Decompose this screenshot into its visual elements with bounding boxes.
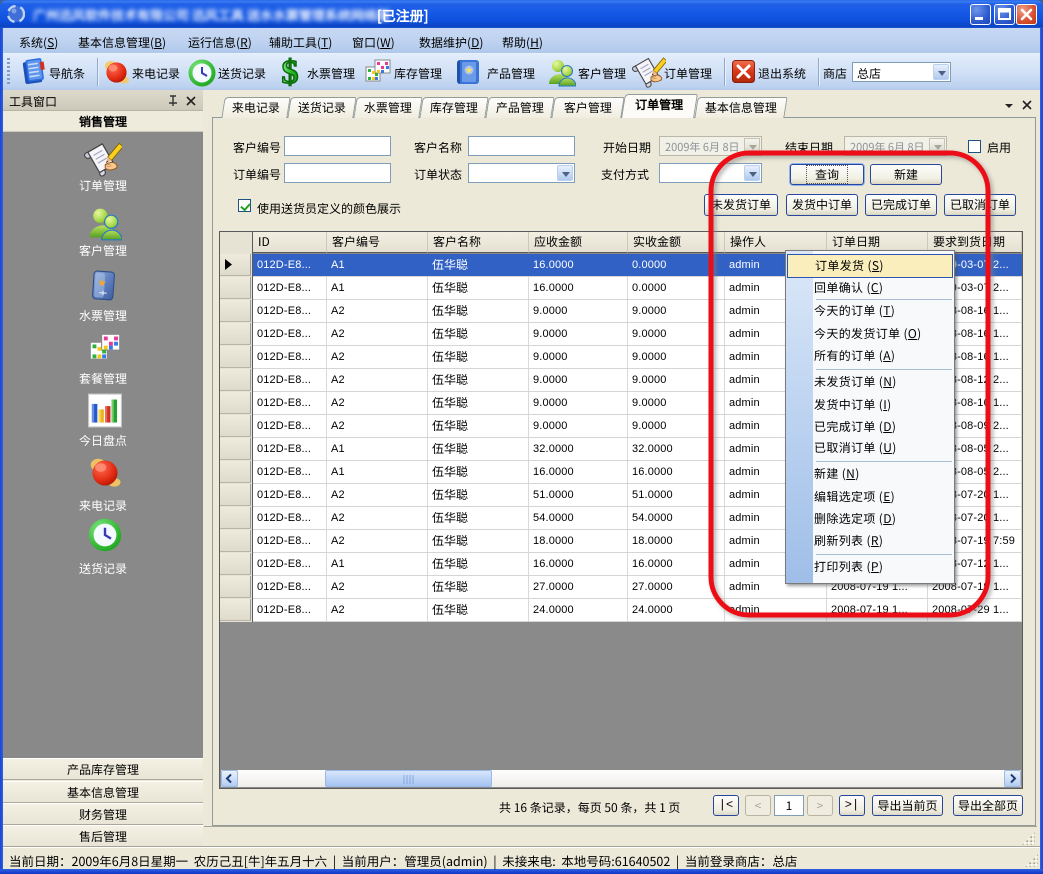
svg-text:$: $ [282, 56, 299, 88]
